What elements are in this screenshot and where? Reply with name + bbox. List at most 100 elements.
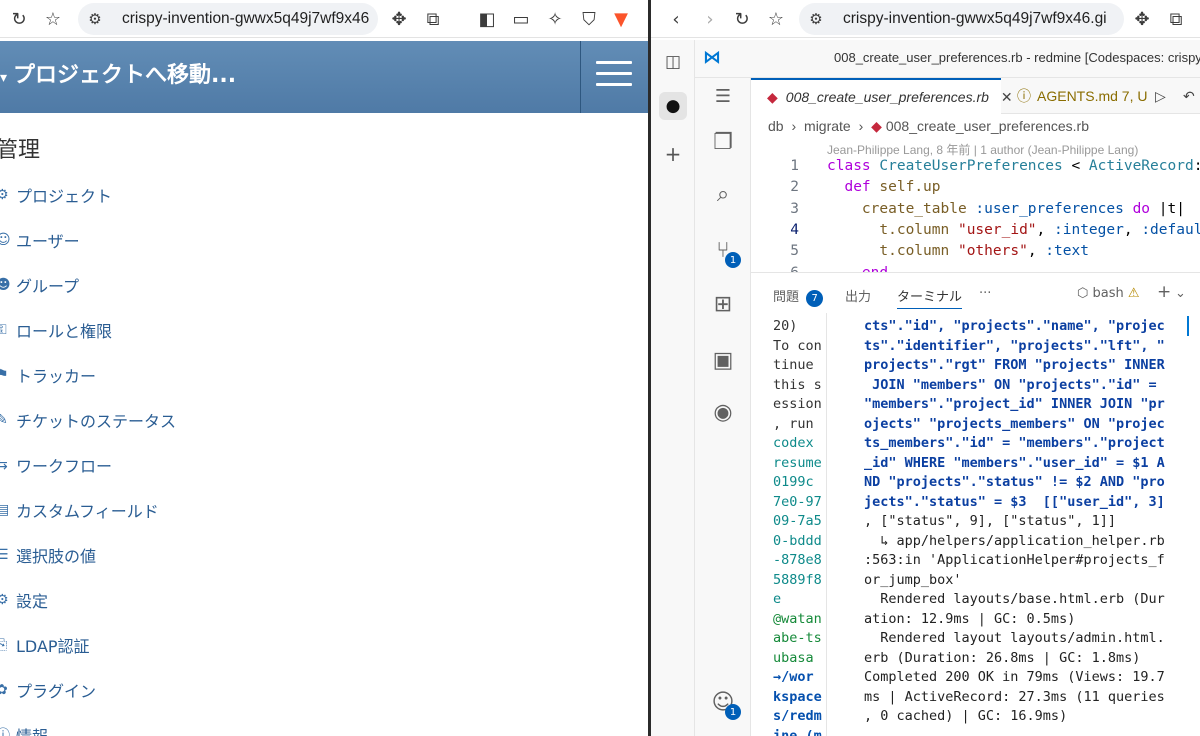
admin-menu-item[interactable]: ⚑ トラッカー (0, 360, 96, 390)
github-actions-icon[interactable]: ◉ (707, 396, 739, 428)
terminal-left-pane[interactable]: 20) To con tinue this s ession , run codex resu… (773, 317, 829, 736)
admin-menu-item[interactable]: ☰ 選択肢の値 (0, 540, 96, 570)
terminal-line: →/wor (773, 669, 814, 685)
tab-search-icon[interactable]: ⧉ (420, 6, 446, 32)
site-info-icon[interactable]: ⚙ (803, 6, 829, 32)
ldap-icon: ⎘ (0, 637, 8, 653)
explorer-icon[interactable]: ❐ (707, 126, 739, 158)
terminal-line: e (773, 591, 782, 607)
admin-menu-label: LDAP認証 (16, 637, 90, 656)
site-info-icon[interactable]: ⚙ (82, 6, 108, 32)
admin-menu-item[interactable]: ⚙ 設定 (0, 585, 48, 615)
sidebar-icon[interactable]: ◧ (474, 6, 500, 32)
ruby-file-icon: ◆ (871, 118, 882, 134)
brave-icon[interactable]: ▼ (608, 6, 634, 32)
terminal-line: s/redm (773, 708, 822, 724)
terminal-line: -878e8 (773, 552, 822, 568)
source-control-badge: 1 (725, 252, 741, 268)
tab-label: AGENTS.md 7, U (1037, 88, 1148, 104)
breadcrumb-item[interactable]: 008_create_user_preferences.rb (886, 118, 1089, 134)
source-control-icon[interactable]: ⑂ 1 (707, 234, 741, 268)
terminal-right-pane[interactable]: cts"."id", "projects"."name", "projec ts"… (864, 317, 1174, 727)
new-terminal-icon[interactable]: + (1157, 282, 1171, 302)
extensions-view-icon[interactable]: ⊞ (707, 288, 739, 320)
page-title: 管理 (0, 138, 41, 163)
terminal-line: ubasa (773, 649, 814, 666)
terminal-scrollbar[interactable] (1187, 316, 1189, 336)
forward-icon[interactable]: › (697, 6, 723, 32)
address-bar[interactable]: ⚙ crispy-invention-gwwx5q49j7wf9x46 (78, 3, 378, 35)
tab-problems[interactable]: 問題 7 (773, 286, 824, 307)
tab-agents-md[interactable]: ⓘ AGENTS.md 7, U (1003, 78, 1148, 114)
redmine-header: ▾ プロジェクトへ移動... (0, 41, 648, 113)
menu-icon[interactable]: ☰ (707, 80, 739, 112)
left-browser-window: ↻ ☆ ⚙ crispy-invention-gwwx5q49j7wf9x46 … (0, 0, 648, 736)
window-title: 008_create_user_preferences.rb - redmine… (834, 50, 1200, 65)
project-jump[interactable]: ▾ プロジェクトへ移動... (0, 57, 236, 89)
line-number: 2 (790, 179, 799, 196)
search-icon[interactable]: ⌕ (707, 178, 739, 210)
tab-search-icon[interactable]: ⧉ (1163, 6, 1189, 32)
terminal-line: :563:in 'ApplicationHelper#projects_f (864, 552, 1165, 568)
sidebar-toggle-icon[interactable]: ◫ (659, 48, 687, 76)
projects-icon: ⚙ (0, 187, 9, 203)
hamburger-menu-icon[interactable] (596, 61, 632, 91)
run-icon[interactable]: ▷ (1155, 78, 1166, 114)
problems-count-badge: 7 (806, 290, 824, 307)
extensions-icon[interactable]: ✥ (1129, 6, 1155, 32)
tab-terminal[interactable]: ターミナル (897, 286, 963, 309)
browser-toolbar: ↻ ☆ ⚙ crispy-invention-gwwx5q49j7wf9x46 … (0, 0, 648, 38)
issue-status-icon: ✎ (0, 412, 8, 428)
more-actions-icon[interactable]: ··· (979, 286, 991, 301)
admin-menu-item[interactable]: ✿ プラグイン (0, 675, 96, 705)
bookmark-icon[interactable]: ☆ (763, 6, 789, 32)
tab-output[interactable]: 出力 (845, 286, 871, 305)
chevron-down-icon[interactable]: ⌄ (1175, 286, 1186, 301)
admin-menu-item[interactable]: ⓘ 情報 (0, 720, 48, 736)
tab-user-preferences[interactable]: ◆ 008_create_user_preferences.rb ✕ (751, 78, 1013, 114)
admin-menu-item[interactable]: ⎘ LDAP認証 (0, 630, 90, 660)
code-text: class CreateUserPreferences < ActiveReco… (827, 158, 1200, 174)
admin-menu-item[interactable]: ☺ ユーザー (0, 225, 80, 255)
back-icon[interactable]: ‹ (663, 6, 689, 32)
extensions-icon[interactable]: ✥ (386, 6, 412, 32)
chevron-right-icon: › (791, 118, 797, 134)
github-icon[interactable]: ● (659, 92, 687, 120)
terminal-line: Rendered layouts/base.html.erb (Dur (864, 591, 1165, 607)
shields-icon[interactable]: ⛉ (576, 6, 602, 32)
accounts-icon[interactable]: ☺ 1 (707, 686, 741, 720)
tab-label: 問題 (773, 290, 800, 305)
reload-icon[interactable]: ↻ (6, 6, 32, 32)
line-number: 5 (790, 243, 799, 260)
bookmark-icon[interactable]: ☆ (40, 6, 66, 32)
terminal-line: ation: 12.9ms | GC: 0.5ms) (864, 610, 1076, 627)
terminal-line: cts"."id", "projects"."name", "projec (864, 318, 1165, 334)
admin-menu-item[interactable]: ⚿ ロールと権限 (0, 315, 112, 345)
reload-icon[interactable]: ↻ (729, 6, 755, 32)
admin-menu-label: カスタムフィールド (16, 502, 159, 521)
compare-icon[interactable]: ↶ (1183, 78, 1195, 114)
terminal-split-divider[interactable] (826, 313, 827, 736)
admin-menu-item[interactable]: ⇆ ワークフロー (0, 450, 112, 480)
terminal-line: @watan (773, 610, 822, 627)
terminal-profile[interactable]: ⬡ bash ⚠ (1077, 286, 1140, 301)
admin-menu-item[interactable]: ✎ チケットのステータス (0, 405, 176, 435)
breadcrumb-item[interactable]: db (768, 118, 784, 134)
code-editor[interactable]: 1 class CreateUserPreferences < ActiveRec… (751, 158, 1200, 272)
wallet-icon[interactable]: ▭ (508, 6, 534, 32)
admin-menu-label: 情報 (16, 723, 48, 736)
remote-explorer-icon[interactable]: ▣ (707, 344, 739, 376)
admin-menu-item[interactable]: ☻ グループ (0, 270, 79, 300)
vscode-logo-icon: ⋈ (703, 47, 721, 68)
address-bar[interactable]: ⚙ crispy-invention-gwwx5q49j7wf9x46.gi (799, 3, 1124, 35)
git-blame-lens[interactable]: Jean-Philippe Lang, 8 年前 | 1 author (Jea… (827, 141, 1138, 158)
breadcrumb-item[interactable]: migrate (804, 118, 851, 134)
add-panel-icon[interactable]: + (659, 140, 687, 168)
leo-ai-icon[interactable]: ✧ (542, 6, 568, 32)
admin-menu-item[interactable]: ▤ カスタムフィールド (0, 495, 159, 525)
activity-bar: ☰ ❐ ⌕ ⑂ 1 ⊞ ▣ ◉ ☺ 1 (695, 78, 751, 736)
admin-menu-item[interactable]: ⚙ プロジェクト (0, 180, 112, 210)
shell-label: bash (1092, 286, 1124, 301)
project-jump-label: プロジェクトへ移動... (13, 63, 237, 88)
admin-menu-label: チケットのステータス (16, 412, 177, 431)
